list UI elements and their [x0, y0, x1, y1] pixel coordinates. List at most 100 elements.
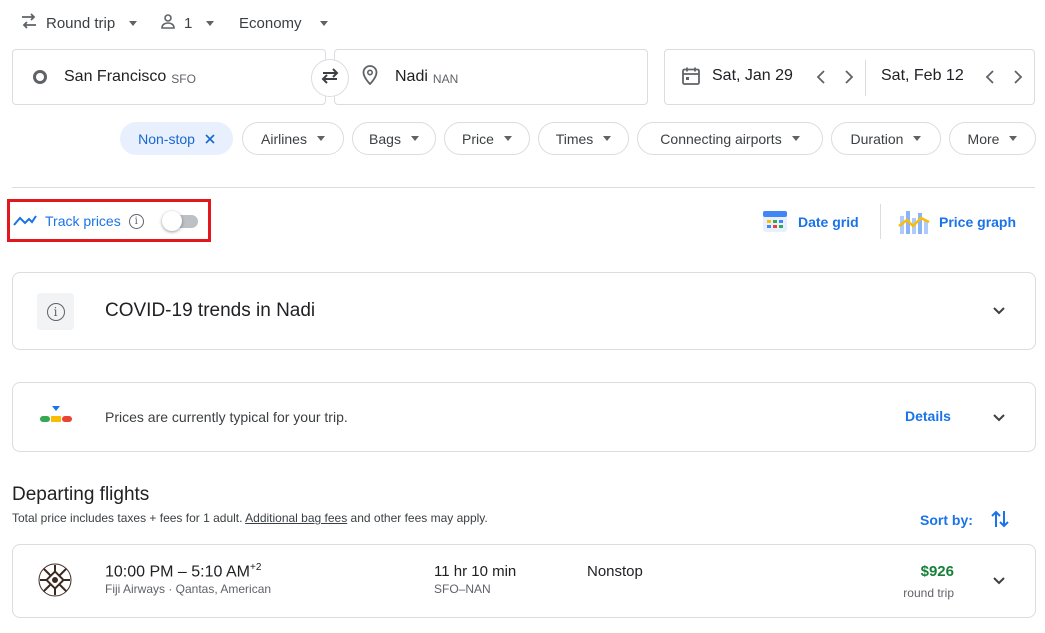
- covid-trends-card[interactable]: i COVID-19 trends in Nadi: [12, 272, 1036, 350]
- depart-date[interactable]: Sat, Jan 29: [712, 67, 793, 85]
- toggle-knob: [161, 211, 182, 231]
- fee-note: Total price includes taxes + fees for 1 …: [12, 511, 488, 525]
- fiji-airways-logo-icon: [37, 562, 73, 603]
- chevron-down-icon: [791, 136, 800, 141]
- chevron-down-icon[interactable]: [992, 574, 1006, 588]
- sort-arrows-icon: [991, 509, 1009, 532]
- depart-next-date-button[interactable]: [838, 66, 860, 88]
- chip-label: Airlines: [261, 130, 307, 147]
- origin-field[interactable]: San Francisco SFO: [12, 49, 326, 105]
- chevron-down-icon: [129, 20, 138, 26]
- origin-code: SFO: [171, 71, 196, 86]
- return-next-date-button[interactable]: [1007, 66, 1029, 88]
- flight-times: 10:00 PM – 5:10 AM+2: [105, 562, 261, 581]
- chevron-right-icon: [1014, 70, 1023, 84]
- chip-label: Non-stop: [138, 130, 195, 147]
- date-grid-icon: [760, 207, 790, 238]
- chevron-down-icon: [1009, 136, 1018, 141]
- chevron-down-icon: [410, 136, 419, 141]
- chevron-down-icon: [913, 136, 922, 141]
- track-prices-label: Track prices: [45, 213, 121, 229]
- track-prices-control[interactable]: Track prices i: [13, 210, 198, 232]
- filter-chip-nonstop[interactable]: Non-stop: [120, 122, 233, 155]
- section-divider: [12, 187, 1035, 188]
- filter-chip-more[interactable]: More: [949, 122, 1036, 155]
- chip-label: Price: [462, 130, 494, 147]
- chip-label: Bags: [369, 130, 401, 147]
- filter-chip-duration[interactable]: Duration: [831, 122, 941, 155]
- track-prices-toggle[interactable]: [161, 210, 198, 232]
- passengers-select[interactable]: 1: [160, 10, 215, 36]
- chevron-left-icon: [816, 70, 825, 84]
- filter-chip-times[interactable]: Times: [538, 122, 629, 155]
- trip-type-select[interactable]: Round trip: [20, 10, 138, 36]
- sort-by-button[interactable]: Sort by:: [920, 508, 1009, 532]
- chevron-down-icon: [316, 136, 325, 141]
- flight-airlines: Fiji Airways · Qantas, American: [105, 582, 272, 596]
- tools-divider: [880, 204, 881, 239]
- return-prev-date-button[interactable]: [979, 66, 1001, 88]
- chevron-down-icon: [319, 20, 328, 26]
- bag-fees-link[interactable]: Additional bag fees: [245, 511, 347, 525]
- chevron-left-icon: [985, 70, 994, 84]
- chevron-right-icon: [845, 70, 854, 84]
- cabin-class-label: Economy: [239, 14, 302, 32]
- chevron-down-icon: [503, 136, 512, 141]
- filter-chip-airlines[interactable]: Airlines: [242, 122, 344, 155]
- chip-label: More: [967, 130, 1000, 147]
- flight-price-note: round trip: [903, 586, 954, 600]
- fee-note-suffix: and other fees may apply.: [347, 511, 488, 525]
- filter-chip-connecting-airports[interactable]: Connecting airports: [637, 122, 823, 155]
- departing-flights-title: Departing flights: [12, 484, 150, 505]
- chevron-down-icon[interactable]: [992, 304, 1006, 318]
- date-range-field: Sat, Jan 29 Sat, Feb 12: [664, 49, 1035, 105]
- details-link[interactable]: Details: [905, 408, 951, 424]
- passengers-count: 1: [184, 14, 193, 32]
- info-icon-tile: i: [37, 293, 74, 330]
- day-offset: +2: [249, 562, 262, 573]
- flight-result-row[interactable]: 10:00 PM – 5:10 AM+2 Fiji Airways · Qant…: [12, 544, 1036, 618]
- close-icon[interactable]: [205, 131, 215, 147]
- swap-arrows-icon: [20, 13, 38, 33]
- return-date[interactable]: Sat, Feb 12: [881, 67, 964, 85]
- filter-chip-price[interactable]: Price: [444, 122, 530, 155]
- chip-label: Times: [555, 130, 594, 147]
- chevron-down-icon[interactable]: [992, 411, 1006, 425]
- date-grid-label: Date grid: [798, 214, 859, 230]
- filter-chip-bags[interactable]: Bags: [352, 122, 436, 155]
- price-graph-label: Price graph: [939, 214, 1017, 230]
- person-icon: [160, 13, 176, 33]
- flight-duration: 11 hr 10 min: [434, 563, 517, 580]
- cabin-class-select[interactable]: Economy: [239, 10, 328, 36]
- price-level-icon: [39, 405, 73, 428]
- price-insight-text: Prices are currently typical for your tr…: [105, 409, 348, 425]
- price-graph-icon: [897, 206, 931, 239]
- fee-note-text: Total price includes taxes + fees for 1 …: [12, 511, 246, 525]
- destination-code: NAN: [432, 71, 459, 86]
- info-icon[interactable]: i: [128, 213, 144, 229]
- destination-city: Nadi: [395, 68, 428, 85]
- swap-icon: [320, 67, 340, 90]
- date-grid-button[interactable]: Date grid: [760, 206, 859, 238]
- trend-line-icon: [13, 213, 37, 230]
- sort-by-label: Sort by:: [920, 512, 973, 528]
- flight-times-text: 10:00 PM – 5:10 AM: [105, 563, 250, 581]
- price-insight-card: Prices are currently typical for your tr…: [12, 382, 1036, 452]
- date-divider: [865, 60, 866, 96]
- destination-field[interactable]: Nadi NAN: [334, 49, 648, 105]
- covid-card-title: COVID-19 trends in Nadi: [105, 300, 316, 321]
- chevron-down-icon: [603, 136, 612, 141]
- flight-stops: Nonstop: [587, 563, 643, 580]
- origin-circle-icon: [33, 70, 47, 84]
- info-icon: i: [46, 302, 65, 321]
- depart-prev-date-button[interactable]: [810, 66, 832, 88]
- origin-city: San Francisco: [64, 68, 167, 85]
- price-graph-button[interactable]: Price graph: [897, 206, 1016, 238]
- chip-label: Connecting airports: [660, 130, 782, 147]
- swap-locations-button[interactable]: [311, 59, 349, 97]
- calendar-icon: [681, 66, 701, 91]
- flight-price: $926: [920, 563, 954, 580]
- flight-route: SFO–NAN: [434, 582, 491, 596]
- trip-type-label: Round trip: [46, 14, 116, 32]
- chip-label: Duration: [850, 130, 904, 147]
